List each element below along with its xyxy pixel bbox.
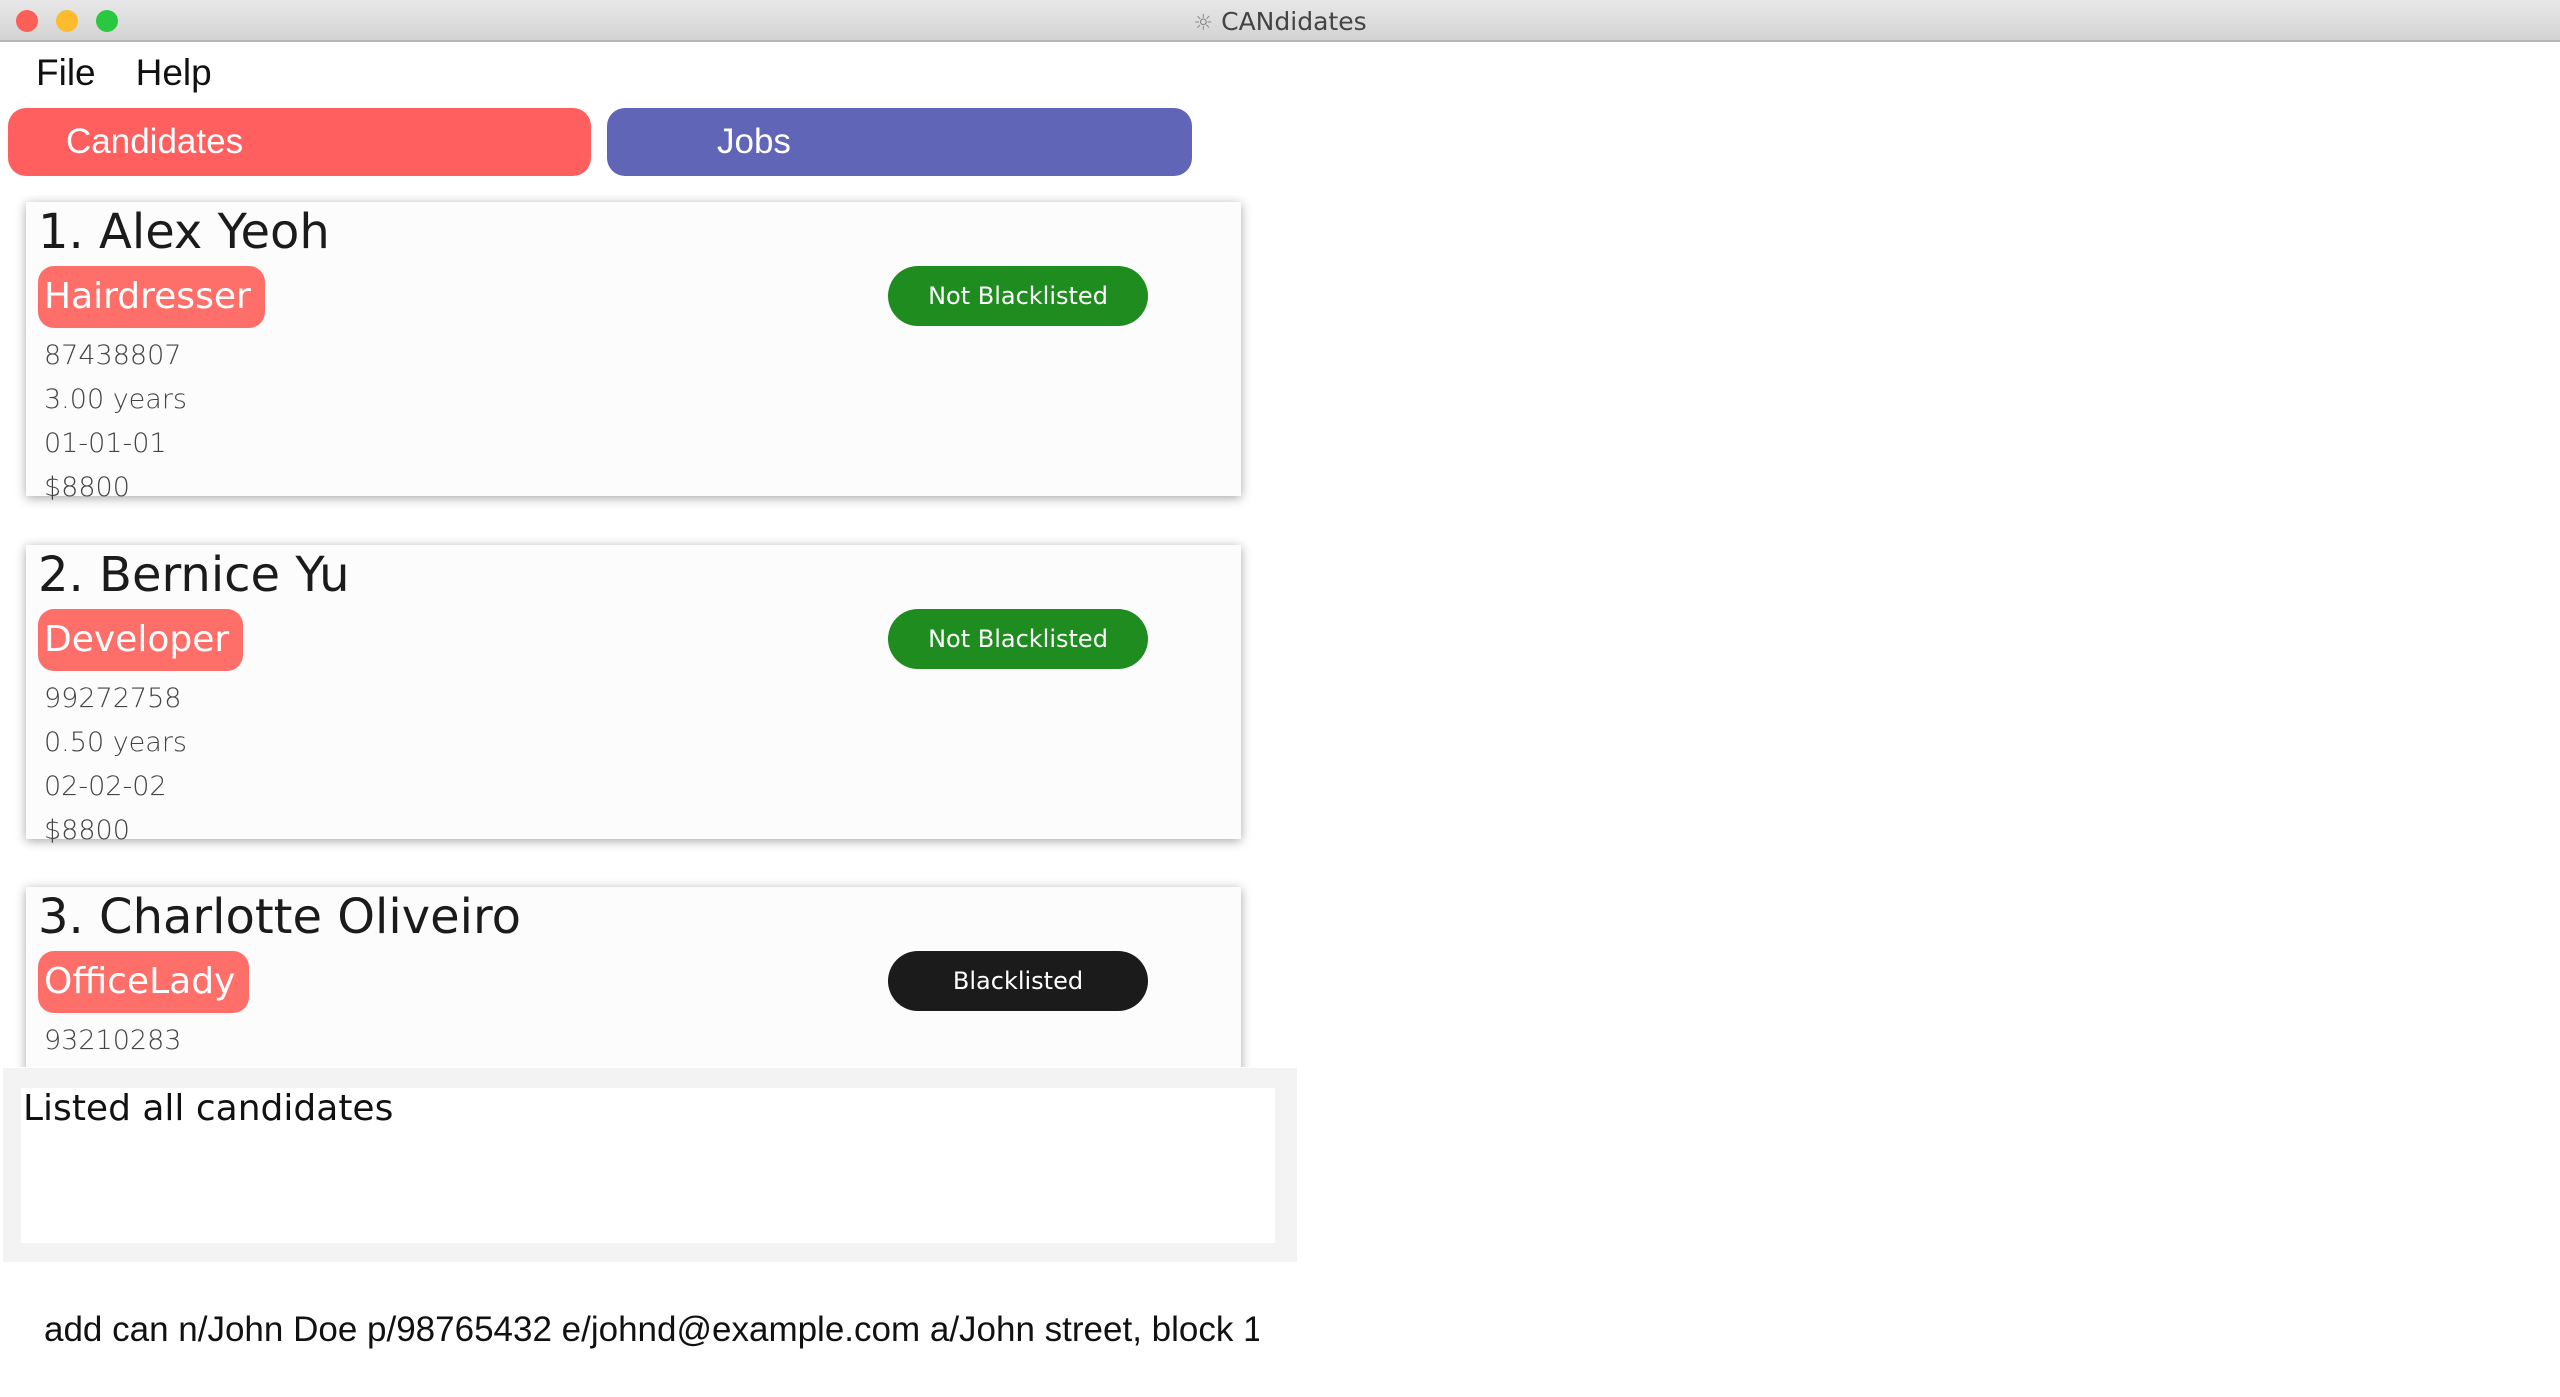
result-display: Listed all candidates — [21, 1088, 1275, 1243]
menu-bar: File Help — [36, 52, 252, 94]
candidate-salary: $8800 — [44, 472, 130, 503]
job-tag: Developer — [38, 609, 244, 671]
candidate-experience: 3.00 years — [44, 384, 188, 415]
candidate-card[interactable]: 2. Bernice Yu Developer Not Blacklisted … — [26, 545, 1241, 846]
app-icon: ☼ — [1193, 11, 1214, 36]
tab-jobs[interactable]: Jobs — [607, 108, 1192, 176]
candidate-date: 02-02-02 — [44, 771, 167, 802]
candidate-card[interactable]: 3. Charlotte Oliveiro OfficeLady Blackli… — [26, 887, 1241, 1067]
menu-help[interactable]: Help — [136, 52, 212, 93]
status-badge: Not Blacklisted — [888, 266, 1148, 326]
menu-file[interactable]: File — [36, 52, 96, 93]
candidate-date: 01-01-01 — [44, 428, 167, 459]
result-message: Listed all candidates — [23, 1088, 394, 1129]
candidate-name: 3. Charlotte Oliveiro — [38, 889, 522, 945]
candidate-phone: 87438807 — [44, 340, 182, 371]
candidate-phone: 99272758 — [44, 683, 182, 714]
status-badge: Not Blacklisted — [888, 609, 1148, 669]
result-panel: Listed all candidates — [3, 1068, 1297, 1262]
job-tag: OfficeLady — [38, 951, 250, 1013]
title-bar: ☼ CANdidates — [0, 0, 2560, 42]
status-badge: Blacklisted — [888, 951, 1148, 1011]
candidate-name: 1. Alex Yeoh — [38, 204, 330, 260]
candidate-phone: 93210283 — [44, 1025, 182, 1056]
window-title-text: CANdidates — [1221, 7, 1367, 36]
candidate-name: 2. Bernice Yu — [38, 547, 350, 603]
candidate-card[interactable]: 1. Alex Yeoh Hairdresser Not Blacklisted… — [26, 202, 1241, 503]
tab-candidates[interactable]: Candidates — [8, 108, 591, 176]
candidate-experience: 0.50 years — [44, 727, 188, 758]
window-title: ☼ CANdidates — [0, 7, 2560, 36]
job-tag: Hairdresser — [38, 266, 265, 328]
command-input[interactable]: add can n/John Doe p/98765432 e/johnd@ex… — [44, 1310, 1259, 1350]
candidate-salary: $8800 — [44, 815, 130, 846]
candidate-list[interactable]: 1. Alex Yeoh Hairdresser Not Blacklisted… — [0, 195, 1300, 1067]
